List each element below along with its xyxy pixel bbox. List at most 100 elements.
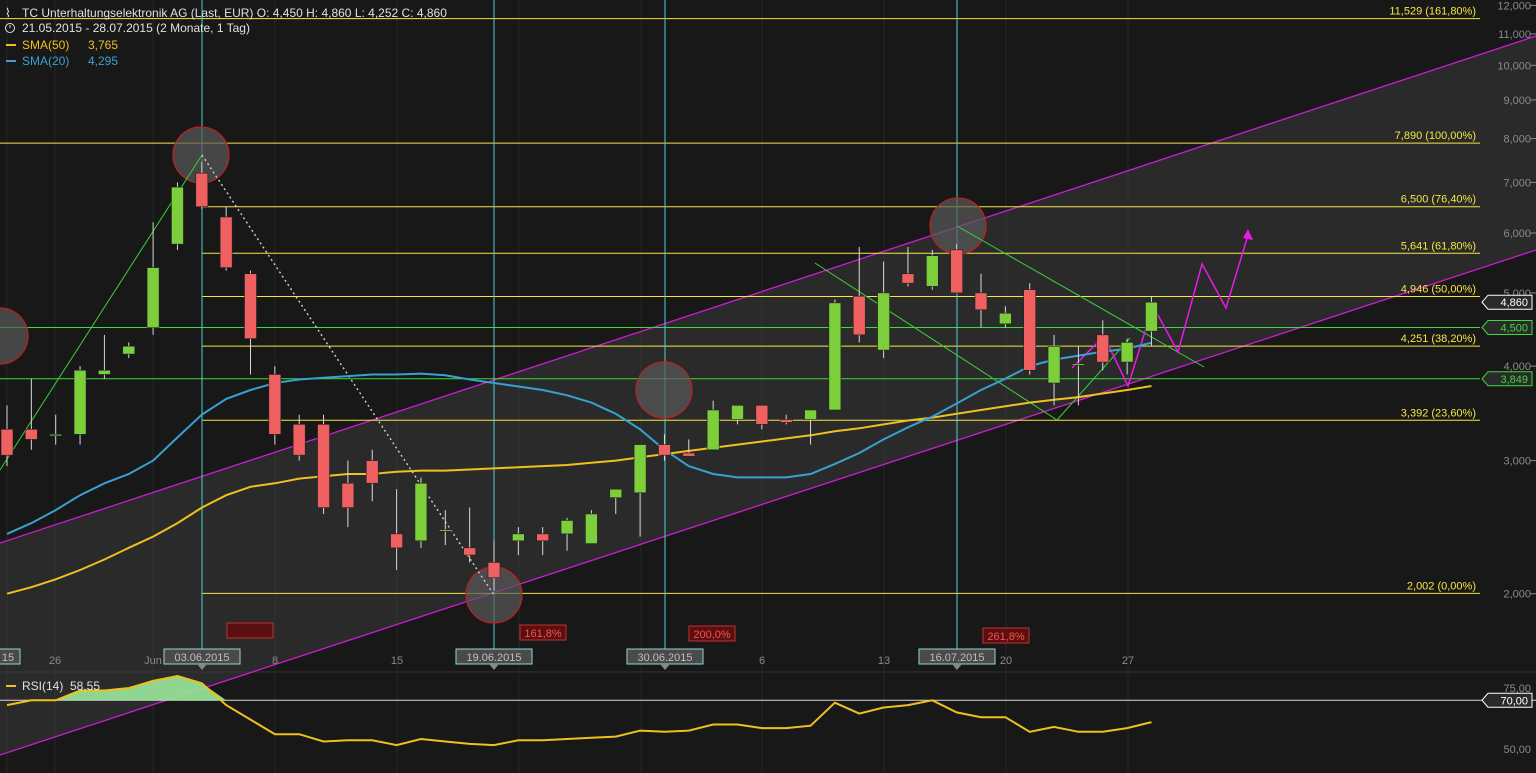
y-tick-label: 12,000: [1497, 0, 1531, 12]
candle-body: [901, 273, 915, 284]
candle-body: [974, 292, 988, 311]
y-tick-label: 2,000: [1503, 589, 1531, 601]
candle-body: [1145, 301, 1158, 332]
fib-level-label: 11,529 (161,80%): [1389, 6, 1476, 18]
candle-body: [755, 405, 769, 425]
pivot-circle: [635, 361, 693, 419]
sma50-legend-swatch: [6, 44, 16, 46]
candle-body: [1072, 363, 1085, 366]
date-marker-label: 19.06.2015: [466, 652, 521, 664]
rsi-legend-value: 58,55: [70, 679, 100, 693]
sma20-legend-swatch: [6, 60, 16, 62]
fib-level-label: 2,002 (0,00%): [1407, 580, 1476, 592]
candle-body: [877, 292, 890, 351]
candle-body: [560, 520, 574, 535]
candle-body: [390, 533, 403, 549]
x-tick-label: 26: [49, 655, 61, 667]
candle-body: [171, 186, 184, 245]
candle-body: [244, 273, 257, 339]
extension-label: 161,8%: [524, 628, 562, 640]
price-badge-label: 4,860: [1500, 297, 1528, 309]
sma20-legend-label: SMA(20): [22, 54, 69, 68]
x-tick-label: 15: [391, 655, 403, 667]
candle-body: [1096, 334, 1110, 363]
chart-period: 21.05.2015 - 28.07.2015 (2 Monate, 1 Tag…: [22, 21, 250, 35]
fib-level-label: 4,251 (38,20%): [1401, 333, 1476, 345]
candle-body: [414, 482, 428, 542]
candle-body: [268, 374, 282, 435]
candle-body: [292, 424, 306, 456]
fib-level-label: 5,641 (61,80%): [1401, 240, 1476, 252]
date-marker-label: 30.06.2015: [637, 652, 692, 664]
x-tick-label: 8: [272, 655, 278, 667]
chart-title: TC Unterhaltungselektronik AG (Last, EUR…: [22, 6, 447, 20]
candle-body: [195, 172, 209, 208]
extension-box: [226, 622, 274, 639]
candle-body: [365, 460, 379, 484]
sma20-legend-value: 4,295: [88, 54, 118, 68]
candle-body: [925, 255, 939, 287]
y-tick-label: 6,000: [1503, 228, 1531, 240]
fib-level-label: 4,946 (50,00%): [1401, 283, 1476, 295]
candle-body: [98, 369, 111, 375]
candle-body: [950, 249, 963, 294]
candle-body: [341, 482, 355, 508]
fib-level-label: 7,890 (100,00%): [1395, 130, 1476, 142]
candle-body: [219, 216, 233, 268]
x-tick-label: 6: [759, 655, 765, 667]
candle-body: [706, 409, 720, 451]
candle-body: [779, 419, 793, 423]
stock-chart[interactable]: 11,529 (161,80%) 7,890 (100,00%) 6,500 (76…: [0, 0, 1536, 773]
candle-body: [804, 409, 817, 420]
candle-body: [682, 452, 696, 457]
fib-level-label: 3,392 (23,60%): [1401, 407, 1476, 419]
candle-body: [317, 424, 330, 508]
candle-body: [828, 302, 842, 411]
candle-body: [999, 312, 1012, 325]
rsi-badge-label: 70,00: [1500, 695, 1528, 707]
x-tick-label: Jun: [144, 655, 162, 667]
candle-body: [25, 429, 38, 440]
candle-body: [852, 295, 866, 336]
date-marker-label: 16.07.2015: [929, 652, 984, 664]
candle-body: [0, 429, 14, 456]
rsi-legend-label: RSI(14): [22, 679, 63, 693]
candle-body: [633, 444, 647, 494]
candle-body: [536, 533, 550, 542]
candle-body: [658, 444, 671, 456]
candle-body: [463, 547, 476, 556]
rsi-panel-bg: [0, 676, 1536, 773]
extension-label: 200,0%: [693, 629, 731, 641]
fib-level-label: 6,500 (76,40%): [1401, 194, 1476, 206]
y-tick-label: 11,000: [1498, 29, 1531, 41]
rsi-legend-swatch: [6, 685, 16, 687]
sma50-legend-label: SMA(50): [22, 38, 69, 52]
rsi-tick-label: 50,00: [1503, 744, 1531, 756]
y-tick-label: 8,000: [1503, 134, 1531, 146]
candle-body: [49, 434, 63, 437]
y-tick-label: 9,000: [1503, 95, 1531, 107]
x-tick-label: 27: [1122, 655, 1134, 667]
extension-label: 261,8%: [987, 631, 1025, 643]
candle-body: [609, 488, 623, 498]
sma50-legend-value: 3,765: [88, 38, 118, 52]
candle-body: [1047, 345, 1061, 384]
candle-body: [1120, 342, 1134, 363]
candle-body: [122, 345, 136, 355]
candle-body: [1023, 289, 1037, 371]
candle-body: [73, 369, 87, 435]
price-badge-label: 3,849: [1500, 374, 1528, 386]
candle-body: [146, 267, 160, 328]
y-tick-label: 3,000: [1503, 456, 1531, 468]
y-tick-label: 7,000: [1503, 177, 1531, 189]
candle-body: [512, 533, 525, 542]
candle-body: [438, 529, 452, 532]
x-tick-label: 13: [878, 655, 890, 667]
y-tick-label: 10,000: [1497, 60, 1531, 72]
candle-body: [585, 513, 598, 544]
date-marker-label: 03.06.2015: [174, 652, 229, 664]
date-marker-label-cut: 15: [2, 652, 14, 664]
chart-icon: ⌇: [5, 6, 11, 20]
candle-body: [731, 405, 744, 420]
candle-body: [487, 562, 501, 579]
